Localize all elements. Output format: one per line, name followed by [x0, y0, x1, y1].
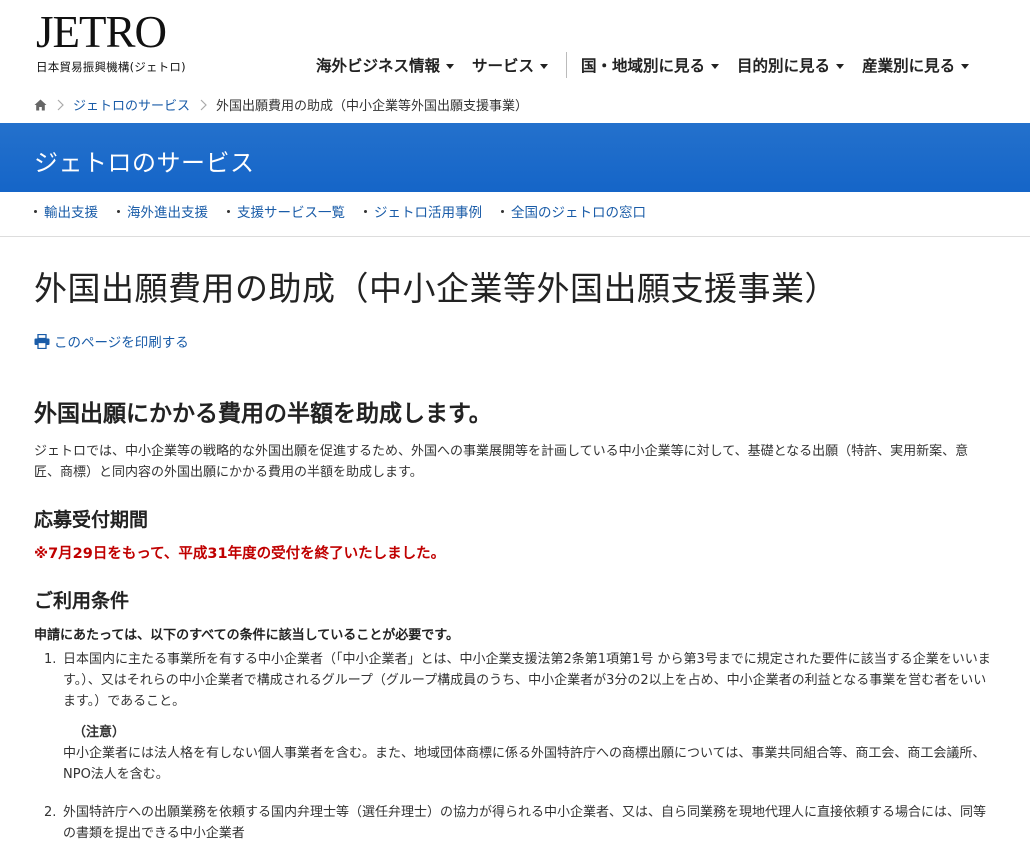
subnav-offices[interactable]: 全国のジェトロの窓口 [501, 201, 646, 221]
printer-icon [34, 333, 50, 349]
chevron-right-icon [57, 99, 64, 110]
nav-label: 産業別に見る [862, 57, 956, 75]
conditions-list: 1. 日本国内に主たる事業所を有する中小企業者（「中小企業者」とは、中小企業支援… [44, 649, 994, 844]
nav-label: サービス [472, 57, 535, 75]
conditions-heading: ご利用条件 [34, 590, 130, 612]
subnav-service-list[interactable]: 支援サービス一覧 [227, 201, 345, 221]
condition-text: 外国特許庁への出願業務を依頼する国内弁理士等（選任弁理士）の協力が得られる中小企… [63, 805, 987, 841]
subnav-label: 全国のジェトロの窓口 [511, 205, 646, 221]
intro-text: ジェトロでは、中小企業等の戦略的な外国出願を促進するため、外国への事業展開等を計… [34, 444, 969, 480]
subnav-case-studies[interactable]: ジェトロ活用事例 [364, 201, 482, 221]
logo-mark: JETRO [36, 7, 167, 57]
bullet-icon [364, 209, 367, 213]
page-title: 外国出願費用の助成（中小企業等外国出願支援事業） [34, 269, 838, 308]
print-label: このページを印刷する [54, 335, 189, 351]
note-text: 中小企業者には法人格を有しない個人事業者を含む。また、地域団体商標に係る外国特許… [63, 746, 986, 782]
nav-label: 海外ビジネス情報 [316, 57, 441, 75]
nav-divider [566, 52, 568, 78]
chevron-down-icon [961, 63, 970, 69]
chevron-down-icon [836, 63, 845, 69]
print-page-link[interactable]: このページを印刷する [34, 331, 189, 351]
global-nav: 海外ビジネス情報 サービス 国・地域別に見る 目的別に見る 産業別に見る [316, 52, 987, 78]
breadcrumb-services-link[interactable]: ジェトロのサービス [73, 95, 190, 114]
subnav-overseas-expansion[interactable]: 海外進出支援 [117, 201, 208, 221]
condition-body: 外国特許庁への出願業務を依頼する国内弁理士等（選任弁理士）の協力が得られる中小企… [63, 802, 994, 844]
condition-item: 2. 外国特許庁への出願業務を依頼する国内弁理士等（選任弁理士）の協力が得られる… [44, 802, 994, 844]
site-header: JETRO 日本貿易振興機構(ジェトロ) 海外ビジネス情報 サービス 国・地域別… [0, 0, 1030, 92]
subnav-label: 支援サービス一覧 [237, 205, 345, 221]
conditions-lead: 申請にあたっては、以下のすべての条件に該当していることが必要です。 [34, 628, 459, 643]
home-icon [34, 99, 47, 110]
lead-heading: 外国出願にかかる費用の半額を助成します。 [34, 401, 492, 427]
nav-by-purpose[interactable]: 目的別に見る [737, 54, 845, 76]
subnav-export-support[interactable]: 輸出支援 [34, 201, 98, 221]
bullet-icon [34, 209, 37, 213]
breadcrumb: ジェトロのサービス 外国出願費用の助成（中小企業等外国出願支援事業） [34, 95, 528, 114]
condition-number: 2. [44, 805, 57, 820]
bullet-icon [227, 209, 230, 213]
bullet-icon [117, 209, 120, 213]
sub-nav: 輸出支援 海外進出支援 支援サービス一覧 ジェトロ活用事例 全国のジェトロの窓口 [0, 192, 1030, 237]
condition-item: 1. 日本国内に主たる事業所を有する中小企業者（「中小企業者」とは、中小企業支援… [44, 649, 994, 785]
condition-number: 1. [44, 652, 57, 667]
chevron-down-icon [711, 63, 720, 69]
nav-by-industry[interactable]: 産業別に見る [862, 54, 970, 76]
bullet-icon [501, 209, 504, 213]
subnav-label: 海外進出支援 [127, 205, 208, 221]
nav-by-region[interactable]: 国・地域別に見る [581, 54, 720, 76]
nav-services[interactable]: サービス [472, 54, 549, 76]
chevron-down-icon [540, 63, 549, 69]
period-heading: 応募受付期間 [34, 509, 149, 531]
section-banner: ジェトロのサービス [0, 123, 1030, 192]
nav-overseas-business[interactable]: 海外ビジネス情報 [316, 54, 455, 76]
banner-title: ジェトロのサービス [34, 149, 255, 177]
chevron-down-icon [446, 63, 455, 69]
nav-label: 国・地域別に見る [581, 57, 706, 75]
jetro-logo[interactable]: JETRO 日本貿易振興機構(ジェトロ) [36, 10, 186, 75]
condition-body: 日本国内に主たる事業所を有する中小企業者（「中小企業者」とは、中小企業支援法第2… [63, 649, 994, 785]
chevron-right-icon [200, 99, 207, 110]
breadcrumb-current: 外国出願費用の助成（中小企業等外国出願支援事業） [216, 99, 529, 114]
home-link[interactable] [34, 99, 47, 111]
period-notice: ※7月29日をもって、平成31年度の受付を終了いたしました。 [34, 546, 446, 562]
nav-label: 目的別に見る [737, 57, 831, 75]
sub-nav-list: 輸出支援 海外進出支援 支援サービス一覧 ジェトロ活用事例 全国のジェトロの窓口 [34, 201, 665, 221]
note-title: （注意） [73, 725, 126, 740]
logo-subtitle: 日本貿易振興機構(ジェトロ) [36, 60, 186, 74]
subnav-label: 輸出支援 [44, 205, 98, 221]
condition-text: 日本国内に主たる事業所を有する中小企業者（「中小企業者」とは、中小企業支援法第2… [63, 652, 991, 709]
subnav-label: ジェトロ活用事例 [374, 205, 482, 221]
